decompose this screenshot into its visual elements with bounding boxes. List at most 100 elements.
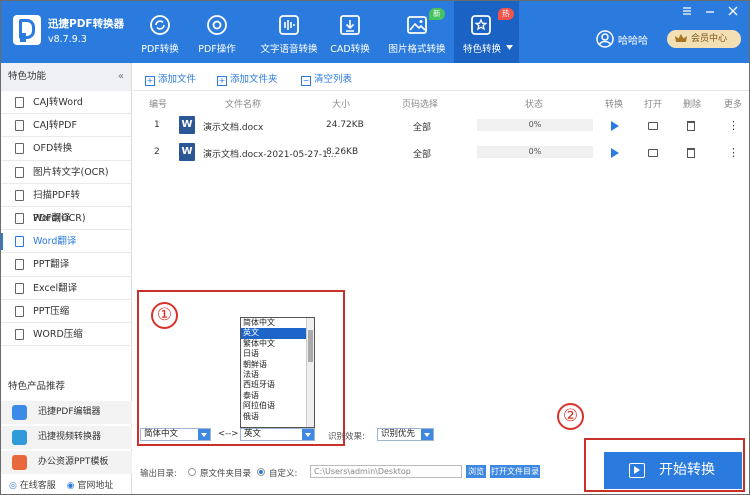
folder-icon[interactable]	[648, 149, 658, 157]
minimize-icon[interactable]	[703, 5, 717, 17]
recognize-mode-select[interactable]: 识别优先	[377, 428, 434, 441]
file-table-header: 编号 文件名称 大小 页码选择 状态 转换 打开 删除 更多	[149, 100, 743, 110]
nav-pdf-convert[interactable]: PDF转换	[133, 1, 187, 63]
sidebar-item-scan-pdf-ocr[interactable]: 扫描PDF转Word(OCR)	[1, 184, 131, 224]
sidebar-item-ofd[interactable]: OFD转换	[1, 137, 131, 161]
top-bar: 迅捷PDF转换器 v8.7.9.3 PDF转换 PDF操作 文字语音转换 CAD…	[1, 1, 749, 63]
add-folder-icon: +	[217, 76, 227, 86]
output-path-input[interactable]	[310, 465, 462, 478]
recommend-pdf-editor[interactable]: 迅捷PDF编辑器	[1, 401, 132, 424]
app-window: 迅捷PDF转换器 v8.7.9.3 PDF转换 PDF操作 文字语音转换 CAD…	[0, 0, 750, 495]
trash-icon[interactable]	[687, 148, 695, 158]
dropdown-arrow-icon	[421, 429, 433, 440]
radio-custom-folder-label: 自定义:	[269, 469, 298, 479]
nav-image-convert[interactable]: 图片格式转换 新	[385, 1, 449, 63]
scrollbar-thumb[interactable]	[308, 330, 313, 362]
annotation-number-1: ①	[151, 302, 178, 329]
sidebar-item-caj-to-pdf[interactable]: CAJ转PDF	[1, 114, 131, 138]
image-icon	[407, 16, 427, 34]
open-output-folder-button[interactable]: 打开文件目录	[490, 465, 540, 478]
source-language-select[interactable]: 简体中文	[140, 428, 211, 441]
language-option[interactable]: 泰语	[241, 391, 307, 401]
language-option[interactable]: 简体中文	[241, 318, 307, 328]
new-badge: 新	[429, 8, 445, 20]
recommend-ppt-template[interactable]: 办公资源PPT模板	[1, 451, 132, 474]
add-folder-button[interactable]: + 添加文件夹	[217, 71, 278, 86]
collapse-icon[interactable]: «	[118, 63, 124, 91]
progress-bar: 0%	[477, 146, 593, 158]
target-language-select[interactable]: 英文	[240, 428, 315, 441]
browse-button[interactable]: 浏览	[466, 465, 486, 478]
play-icon	[629, 463, 645, 478]
nav-text-speech[interactable]: 文字语音转换	[251, 1, 327, 63]
sidebar-item-excel-translate[interactable]: Excel翻译	[1, 277, 131, 300]
dropdown-arrow-icon	[198, 429, 210, 440]
target-language-list[interactable]: 简体中文 英文 繁体中文 日语 朝鲜语 法语 西班牙语 泰语 阿拉伯语 俄语	[240, 317, 315, 428]
word-file-icon: W	[179, 143, 195, 161]
sidebar: 特色功能 « CAJ转Word CAJ转PDF OFD转换 图片转文字(OCR)…	[1, 63, 132, 494]
nav-special-convert[interactable]: 特色转换 热	[454, 1, 519, 63]
language-option-selected[interactable]: 英文	[241, 328, 307, 339]
nav-pdf-ops[interactable]: PDF操作	[189, 1, 245, 63]
user-name[interactable]: 哈哈哈	[618, 32, 648, 47]
more-icon[interactable]: ⋮	[728, 146, 739, 159]
document-icon	[15, 143, 24, 155]
clear-icon: −	[301, 76, 311, 86]
language-option[interactable]: 阿拉伯语	[241, 401, 307, 411]
member-center-button[interactable]: 会员中心	[667, 30, 741, 48]
radio-source-folder-label: 原文件夹目录	[200, 469, 252, 479]
start-convert-button[interactable]: 开始转换	[604, 452, 742, 489]
video-converter-icon	[12, 430, 27, 445]
sidebar-item-ppt-compress[interactable]: PPT压缩	[1, 300, 131, 323]
document-icon	[15, 259, 24, 271]
document-icon	[15, 328, 24, 340]
clear-list-button[interactable]: − 清空列表	[301, 71, 352, 86]
radio-custom-folder[interactable]	[257, 468, 265, 476]
chevron-down-icon	[506, 45, 513, 50]
headset-icon: ◎	[9, 481, 17, 491]
settings-circle-icon	[207, 15, 227, 35]
ppt-template-icon	[12, 455, 27, 470]
download-box-icon	[340, 15, 360, 35]
language-option[interactable]: 西班牙语	[241, 380, 307, 390]
folder-icon[interactable]	[648, 122, 658, 130]
star-refresh-icon	[470, 15, 491, 35]
document-icon	[15, 282, 24, 294]
progress-bar: 0%	[477, 119, 593, 131]
close-icon[interactable]	[726, 5, 740, 17]
menu-icon[interactable]	[680, 5, 694, 17]
pdf-editor-icon	[12, 405, 27, 420]
table-row[interactable]: 2 W 演示文档.docx-2021-05-27-1... 8.26KB 全部 …	[133, 141, 749, 167]
official-site-link[interactable]: ◉ 官网地址	[67, 481, 114, 491]
language-option[interactable]: 法语	[241, 370, 307, 380]
page-select[interactable]: 全部	[413, 120, 431, 133]
file-toolbar: + 添加文件 + 添加文件夹 − 清空列表	[133, 63, 749, 91]
annotation-number-2: ②	[557, 403, 584, 430]
sidebar-item-image-ocr[interactable]: 图片转文字(OCR)	[1, 161, 131, 184]
nav-cad-convert[interactable]: CAD转换	[327, 1, 373, 63]
sidebar-item-ppt-translate[interactable]: PPT翻译	[1, 253, 131, 277]
document-icon	[15, 212, 24, 224]
language-option[interactable]: 繁体中文	[241, 339, 307, 349]
play-icon[interactable]	[611, 121, 619, 131]
online-service-link[interactable]: ◎ 在线客服	[9, 481, 56, 491]
page-select[interactable]: 全部	[413, 147, 431, 160]
trash-icon[interactable]	[687, 121, 695, 131]
add-file-button[interactable]: + 添加文件	[145, 71, 196, 86]
language-option[interactable]: 日语	[241, 349, 307, 359]
output-dir-label: 输出目录:	[140, 469, 177, 479]
list-scrollbar[interactable]	[306, 318, 314, 427]
language-option[interactable]: 朝鲜语	[241, 360, 307, 370]
sidebar-item-pdf-translate[interactable]: PDF翻译	[1, 207, 131, 231]
recommend-video-converter[interactable]: 迅捷视频转换器	[1, 426, 132, 449]
radio-source-folder[interactable]	[188, 468, 196, 476]
table-row[interactable]: 1 W 演示文档.docx 24.72KB 全部 0% ⋮	[133, 114, 749, 140]
more-icon[interactable]: ⋮	[728, 119, 739, 132]
sidebar-item-caj-to-word[interactable]: CAJ转Word	[1, 91, 131, 115]
sidebar-item-word-translate[interactable]: Word翻译	[1, 230, 131, 254]
user-avatar-icon[interactable]	[596, 30, 614, 48]
recognize-mode-label: 识别效果:	[328, 432, 365, 442]
play-icon[interactable]	[611, 148, 619, 158]
sidebar-item-word-compress[interactable]: WORD压缩	[1, 323, 131, 347]
language-option[interactable]: 俄语	[241, 412, 307, 422]
